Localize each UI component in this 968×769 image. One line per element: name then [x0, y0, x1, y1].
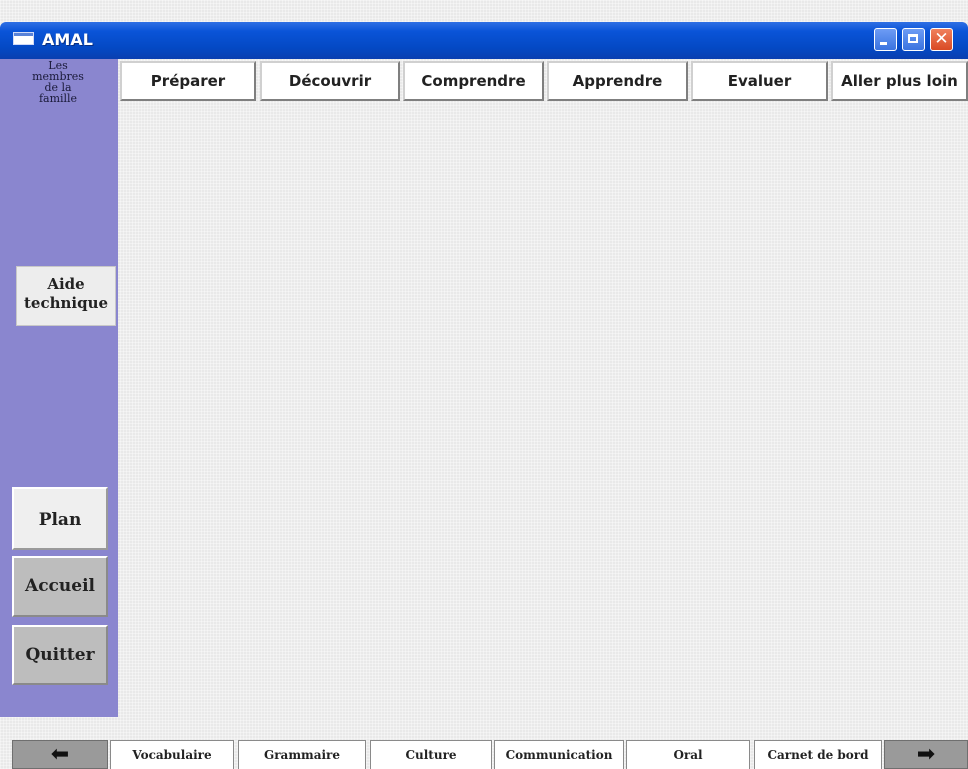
- arrow-right-icon: ➡: [916, 742, 936, 767]
- aide-technique-button[interactable]: Aide technique: [16, 266, 116, 326]
- app-window: AMAL ✕ Les membres de la famille Aide te…: [0, 0, 968, 769]
- title-bar[interactable]: AMAL ✕: [0, 22, 968, 59]
- tab-evaluer[interactable]: Evaluer: [691, 61, 828, 101]
- tab-apprendre[interactable]: Apprendre: [547, 61, 688, 101]
- tab-comprendre[interactable]: Comprendre: [403, 61, 544, 101]
- plan-button[interactable]: Plan: [12, 487, 108, 550]
- minimize-button[interactable]: [874, 28, 897, 51]
- tab-culture[interactable]: Culture: [370, 740, 492, 769]
- tab-oral[interactable]: Oral: [626, 740, 750, 769]
- previous-button[interactable]: ⬅: [12, 740, 108, 769]
- accueil-button[interactable]: Accueil: [12, 556, 108, 617]
- top-tab-bar: Préparer Découvrir Comprendre Apprendre …: [118, 59, 968, 103]
- maximize-button[interactable]: [902, 28, 925, 51]
- aide-technique-label-line: technique: [23, 294, 109, 312]
- close-button[interactable]: ✕: [930, 28, 953, 51]
- window-title: AMAL: [42, 30, 93, 49]
- minimize-icon: [880, 42, 887, 45]
- next-button[interactable]: ➡: [884, 740, 968, 769]
- arrow-left-icon: ⬅: [50, 742, 70, 767]
- tab-grammaire[interactable]: Grammaire: [238, 740, 366, 769]
- lesson-title-line: famille: [38, 92, 78, 105]
- tab-aller-plus-loin[interactable]: Aller plus loin: [831, 61, 968, 101]
- tab-decouvrir[interactable]: Découvrir: [260, 61, 400, 101]
- close-icon: ✕: [934, 29, 949, 49]
- tab-communication[interactable]: Communication: [494, 740, 624, 769]
- window-icon: [13, 32, 34, 45]
- aide-technique-label-line: Aide: [47, 275, 85, 293]
- maximize-icon: [908, 34, 918, 43]
- tab-preparer[interactable]: Préparer: [120, 61, 256, 101]
- quitter-button[interactable]: Quitter: [12, 625, 108, 685]
- tab-vocabulaire[interactable]: Vocabulaire: [110, 740, 234, 769]
- bottom-nav-bar: ⬅ Vocabulaire Grammaire Culture Communic…: [0, 736, 968, 769]
- sidebar: [0, 59, 118, 717]
- tab-carnet-de-bord[interactable]: Carnet de bord: [754, 740, 882, 769]
- lesson-title: Les membres de la famille: [8, 60, 108, 104]
